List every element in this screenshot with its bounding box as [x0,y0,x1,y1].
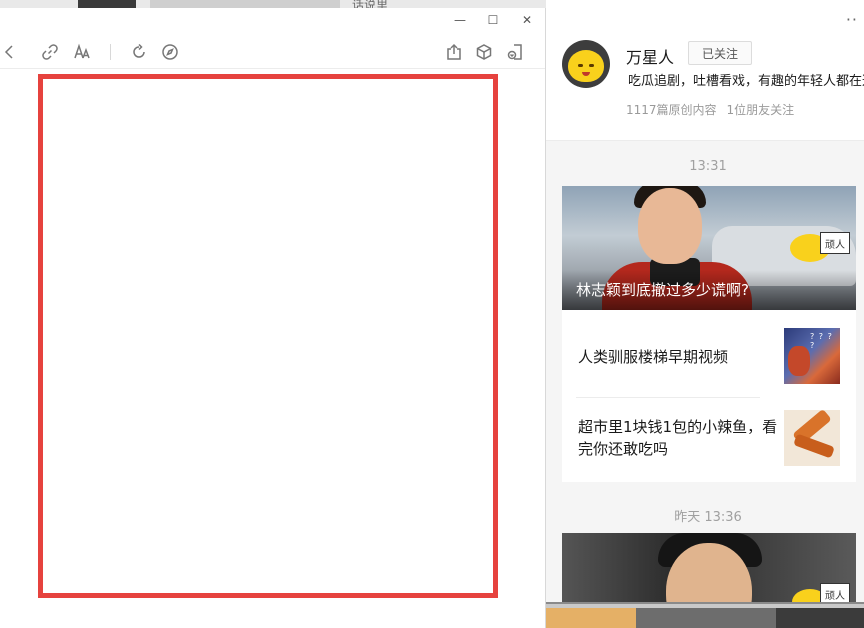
account-name[interactable]: 万星人 [626,44,674,68]
content-divider [0,68,545,69]
timestamp: 13:31 [689,159,727,174]
account-panel: ·· 万星人 已关注 吃瓜追剧，吐槽看戏，有趣的年轻人都在这里 1117篇原创内… [546,0,864,628]
more-icon[interactable]: ·· [846,10,858,29]
account-description: 吃瓜追剧，吐槽看戏，有趣的年轻人都在这里 [628,74,864,89]
friends-following[interactable]: 1位朋友关注 [727,103,795,117]
refresh-icon[interactable] [127,40,151,64]
background-tab [78,0,136,8]
account-stats: 1117篇原创内容 1位朋友关注 [626,101,804,118]
compass-icon[interactable] [158,40,182,64]
avatar-eye [578,64,583,67]
account-header: ·· 万星人 已关注 吃瓜追剧，吐槽看戏，有趣的年轻人都在这里 1117篇原创内… [546,0,864,141]
highlight-frame [38,74,498,598]
background-tab [150,0,340,8]
close-button[interactable]: ✕ [517,10,537,30]
hero-title: 林志颖到底撤过多少谎啊? [576,281,749,299]
article-thumbnail: ? ? ? ? [784,328,840,384]
hero-article[interactable]: 顽人 林志颖到底撤过多少谎啊? [562,186,856,310]
mini-program-icon[interactable] [503,40,527,64]
minimize-button[interactable]: — [450,10,470,30]
title-bar: — ☐ ✕ [0,8,545,34]
share-icon[interactable] [442,40,466,64]
list-item[interactable]: 人类驯服楼梯早期视频 ? ? ? ? [562,316,856,398]
avatar[interactable] [562,40,610,88]
link-icon[interactable] [38,40,62,64]
article-card: 顽人 林志颖到底撤过多少谎啊? 人类驯服楼梯早期视频 ? ? ? ? 超市里1块… [562,186,856,482]
avatar-face [568,50,604,82]
article-window: — ☐ ✕ [0,8,546,628]
timestamp: 昨天 13:36 [674,510,742,525]
taskbar-strip [546,602,864,628]
brand-badge: 顽人 [820,232,850,254]
article-thumbnail [784,410,840,466]
list-item[interactable]: 超市里1块钱1包的小辣鱼，看完你还敢吃吗 [562,398,856,480]
font-size-icon[interactable] [70,40,94,64]
cube-icon[interactable] [472,40,496,64]
follow-button[interactable]: 已关注 [688,41,752,65]
article-title: 人类驯服楼梯早期视频 [578,348,729,366]
back-icon[interactable] [0,40,22,64]
toolbar [0,36,545,68]
hero-image-part [638,188,702,264]
avatar-eye [589,64,594,67]
toolbar-separator [110,44,111,60]
article-title: 超市里1块钱1包的小辣鱼，看完你还敢吃吗 [578,418,778,458]
maximize-button[interactable]: ☐ [483,10,503,30]
original-count[interactable]: 1117篇原创内容 [626,103,717,117]
